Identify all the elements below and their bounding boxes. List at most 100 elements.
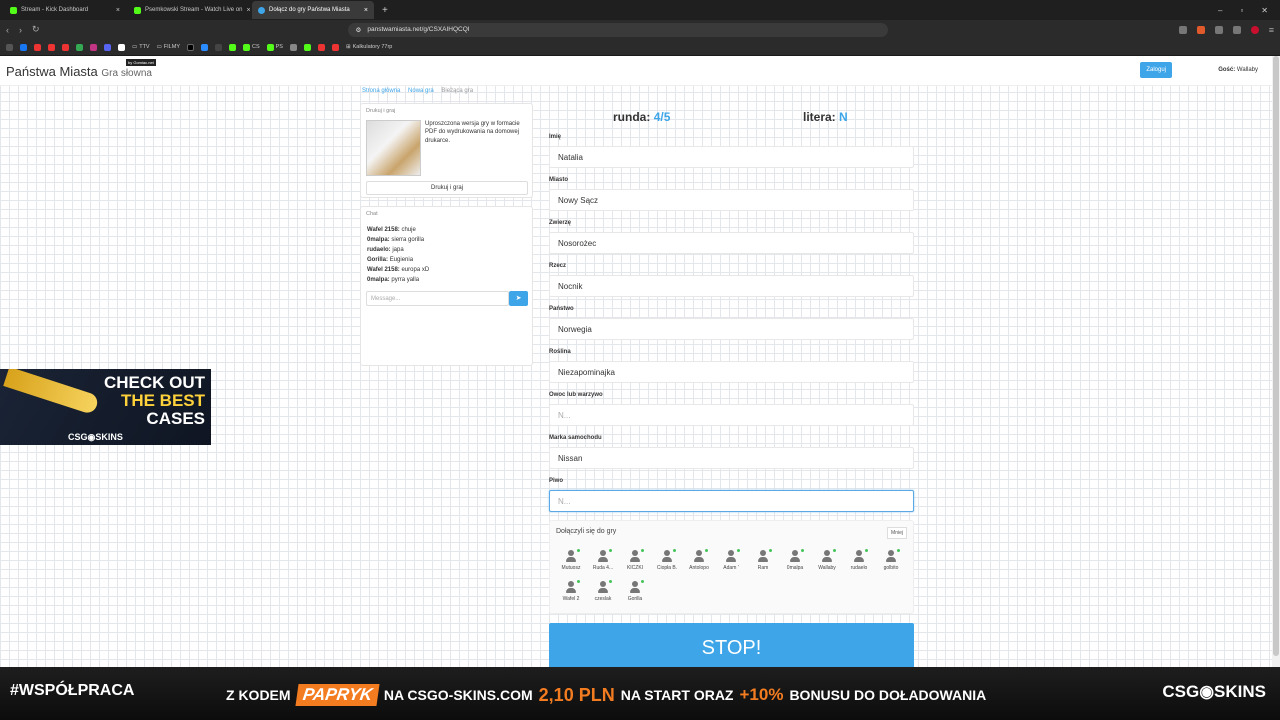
user-icon — [629, 580, 644, 593]
profile-icon[interactable] — [1250, 25, 1259, 34]
forward-icon[interactable]: › — [19, 25, 22, 35]
share-icon[interactable] — [1178, 25, 1187, 34]
user-icon — [597, 580, 612, 593]
new-tab-icon[interactable]: + — [382, 5, 388, 16]
user-icon — [661, 549, 676, 562]
kick-icon — [10, 6, 17, 14]
user-icon — [565, 580, 580, 593]
player-item: Ram — [748, 549, 778, 571]
chat-message-input[interactable]: Message... — [366, 291, 509, 306]
bookmark-icon[interactable] — [215, 43, 222, 51]
discord-icon[interactable] — [104, 43, 111, 51]
close-icon[interactable]: × — [116, 7, 120, 14]
bookmark-item[interactable]: PS — [266, 43, 283, 51]
plant-field[interactable] — [549, 361, 914, 383]
facebook-icon[interactable] — [20, 43, 27, 51]
extension-icon[interactable] — [1214, 25, 1223, 34]
bookmark-item[interactable]: CS — [243, 43, 260, 51]
url-field[interactable]: ⚙ panstwamiasta.net/g/CSXAIHQCQI — [347, 22, 888, 37]
ad-check-cases[interactable]: CHECK OUT THE BEST CASES CSG◉SKINS — [0, 369, 211, 445]
stop-button[interactable]: STOP! — [549, 623, 914, 673]
promo-percent: +10% — [739, 685, 784, 704]
apps-icon[interactable] — [6, 43, 13, 51]
reload-icon[interactable]: ↻ — [32, 24, 40, 35]
back-icon[interactable]: ‹ — [6, 25, 9, 35]
field-label-plant: Roślina — [549, 349, 571, 355]
browser-tab-bar: Stream - Kick Dashboard × Psemkowski Str… — [0, 0, 1280, 20]
youtube-icon[interactable] — [317, 43, 325, 51]
browser-tab-active[interactable]: Dołącz do gry Państwa Miasta × — [252, 1, 374, 19]
browser-tab[interactable]: Psemkowski Stream - Watch Live on × — [128, 1, 250, 19]
close-icon[interactable]: × — [246, 7, 250, 14]
instagram-icon[interactable] — [90, 43, 97, 51]
user-icon — [789, 549, 804, 562]
kick-icon[interactable] — [229, 43, 236, 51]
tiktok-icon[interactable] — [187, 43, 194, 51]
chat-messages: Wafel 2158: chuje 0malpa: sierra gorilla… — [367, 225, 527, 285]
bookmark-icon[interactable] — [331, 43, 339, 51]
minimize-icon[interactable]: – — [1218, 6, 1222, 15]
field-label-animal: Zwierzę — [549, 220, 572, 226]
bookmark-icon[interactable] — [289, 43, 297, 51]
beer-field[interactable] — [549, 490, 914, 512]
player-item: Mutuosz — [556, 549, 586, 571]
breadcrumb-home[interactable]: Strona główna — [362, 88, 400, 94]
country-field[interactable] — [549, 318, 914, 340]
user-icon — [565, 549, 580, 562]
bookmark-icon[interactable] — [201, 43, 208, 51]
name-field[interactable] — [549, 146, 914, 168]
city-field[interactable] — [549, 189, 914, 211]
player-item: Adam ' — [716, 549, 746, 571]
ad-text: CHECK OUT — [103, 373, 205, 392]
player-item: Antolopo — [684, 549, 714, 571]
page-scrollbar[interactable] — [1272, 56, 1280, 720]
folder-icon: ▭ — [156, 44, 162, 50]
youtube-icon[interactable] — [62, 43, 69, 51]
print-card: Drukuj i graj Uproszczona wersja gry w f… — [360, 103, 533, 198]
fruit-vegetable-field[interactable] — [549, 404, 914, 426]
bookmark-item[interactable]: ⊞ Kalkulatory 77rp — [346, 44, 392, 50]
bookmarks-bar: ▭ TTV ▭ FILMY CS PS ⊞ Kalkulatory 77rp — [0, 39, 1280, 56]
car-brand-field[interactable] — [549, 447, 914, 469]
field-label-thing: Rzecz — [549, 263, 567, 269]
bookmark-icon[interactable] — [303, 43, 311, 51]
bookmark-icon[interactable] — [76, 43, 83, 51]
close-icon[interactable]: × — [364, 7, 368, 14]
site-logo[interactable]: Państwa Miasta Gra słowna — [6, 64, 152, 79]
bookmark-folder[interactable]: ▭ TTV — [132, 44, 150, 50]
globe-icon — [258, 6, 265, 14]
player-item: rudaelo — [844, 549, 874, 571]
kick-icon — [134, 6, 141, 14]
brave-shield-icon[interactable] — [1196, 25, 1205, 34]
site-info-icon[interactable]: ⚙ — [356, 26, 362, 34]
guest-name: Wallaby — [1236, 67, 1258, 73]
promo-price: 2,10 PLN — [538, 684, 615, 705]
sidebar-icon[interactable] — [1232, 25, 1241, 34]
breadcrumb-new-game[interactable]: Nowa gra — [408, 88, 434, 94]
youtube-icon[interactable] — [48, 43, 55, 51]
player-item: czeslak — [588, 580, 618, 602]
animal-field[interactable] — [549, 232, 914, 254]
address-bar-row: ‹ › ↻ ⚙ panstwamiasta.net/g/CSXAIHQCQI ≡ — [0, 20, 1280, 39]
site-subtitle: Gra słowna — [101, 68, 152, 79]
youtube-icon[interactable] — [34, 43, 41, 51]
close-window-icon[interactable]: ✕ — [1261, 6, 1268, 15]
player-item: Gorilla — [620, 580, 650, 602]
login-button[interactable]: Zaloguj — [1140, 62, 1172, 78]
user-icon — [693, 549, 708, 562]
send-icon[interactable]: ➤ — [509, 291, 528, 306]
tab-title: Dołącz do gry Państwa Miasta — [269, 7, 350, 13]
chat-header: Chat — [366, 211, 378, 217]
chat-message: Wafel 2158: europa xD — [367, 267, 430, 273]
scrollbar-thumb[interactable] — [1273, 56, 1279, 656]
browser-tab[interactable]: Stream - Kick Dashboard × — [4, 1, 126, 19]
bookmark-icon[interactable] — [118, 43, 125, 51]
print-card-header: Drukuj i graj — [366, 108, 396, 114]
show-less-button[interactable]: Mniej — [887, 527, 907, 539]
bookmark-folder[interactable]: ▭ FILMY — [157, 44, 180, 50]
thing-field[interactable] — [549, 275, 914, 297]
menu-icon[interactable]: ≡ — [1269, 25, 1274, 35]
maximize-icon[interactable]: ▫ — [1240, 6, 1243, 15]
print-and-play-button[interactable]: Drukuj i graj — [366, 181, 528, 195]
extensions-area: ≡ — [1178, 25, 1274, 35]
